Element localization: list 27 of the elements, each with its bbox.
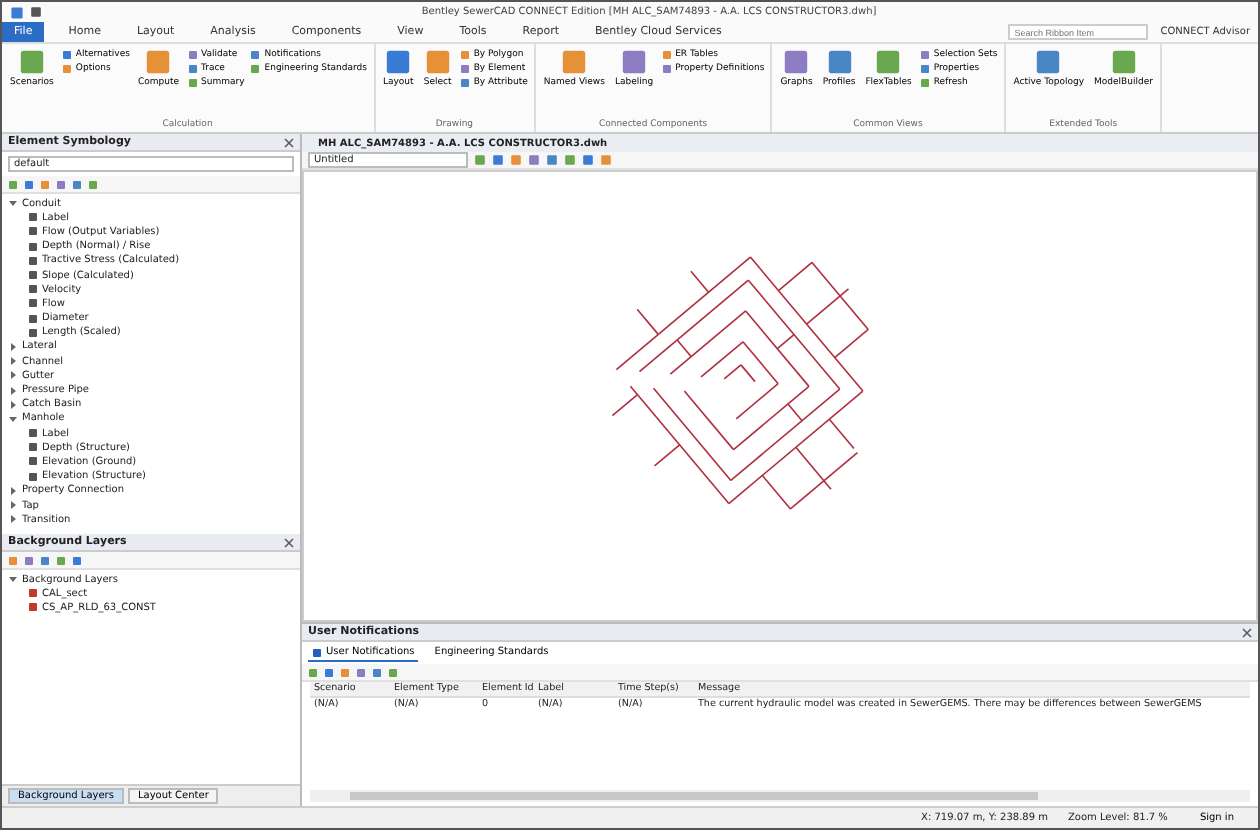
tool-icon (17, 48, 46, 76)
tool-icon (1034, 48, 1063, 76)
tool-icon (384, 48, 413, 76)
expander-icon[interactable] (8, 485, 18, 496)
expander-icon[interactable] (8, 385, 18, 396)
close-icon[interactable] (284, 537, 294, 547)
expander-icon[interactable] (8, 413, 18, 424)
tool-icon (620, 48, 649, 76)
expander-icon[interactable] (8, 399, 18, 410)
tool-icon (560, 48, 589, 76)
close-icon[interactable] (1242, 627, 1252, 637)
tool-icon (423, 48, 452, 76)
tool-icon (1109, 48, 1138, 76)
expander-icon[interactable] (8, 514, 18, 525)
tool-icon (825, 48, 854, 76)
tool-icon (144, 48, 173, 76)
expander-icon[interactable] (8, 500, 18, 511)
scrollbar[interactable] (310, 790, 1250, 802)
expander-icon[interactable] (8, 341, 18, 352)
expander-icon[interactable] (8, 356, 18, 367)
tool-icon (874, 48, 903, 76)
expander-icon[interactable] (8, 198, 18, 209)
tool-icon (782, 48, 811, 76)
expander-icon[interactable] (8, 574, 18, 585)
expander-icon[interactable] (8, 370, 18, 381)
app-icon (10, 5, 24, 19)
close-icon[interactable] (284, 137, 294, 147)
